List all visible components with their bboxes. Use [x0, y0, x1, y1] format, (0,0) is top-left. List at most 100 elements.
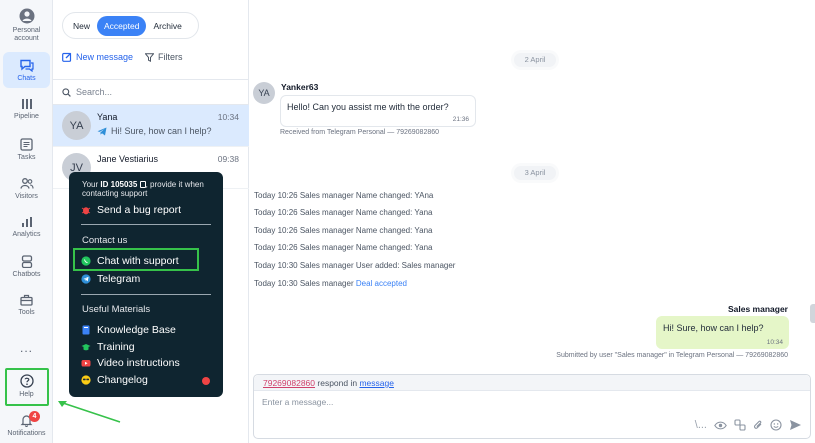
user-circle-icon [19, 8, 34, 24]
tasks-icon [20, 138, 33, 151]
knowledge-base-link[interactable]: Knowledge Base [81, 324, 176, 336]
rail-label: Visitors [15, 193, 38, 200]
message-time: 21:36 [452, 116, 469, 123]
video-instructions-label: Video instructions [97, 357, 180, 369]
rail-label: Tasks [17, 154, 36, 161]
video-instructions-link[interactable]: Video instructions [81, 357, 180, 369]
message-text: Hi! Sure, how can I help? [663, 323, 764, 333]
event-log-line: Today 10:26 Sales manager Name changed: … [254, 191, 434, 200]
tab-accepted[interactable]: Accepted [97, 15, 147, 36]
divider [81, 294, 211, 295]
avatar: YA [253, 82, 275, 104]
rail-label: Pipeline [14, 113, 39, 120]
rail-item-analytics[interactable]: Analytics [3, 216, 50, 239]
toolbox-icon [20, 294, 33, 306]
tab-archive[interactable]: Archive [146, 16, 188, 36]
chatbot-icon [21, 255, 32, 268]
useful-materials-heading: Useful Materials [82, 304, 151, 315]
phone-link[interactable]: 79269082860 [263, 378, 315, 388]
message-author: Sales manager [727, 304, 788, 314]
rail-label: Tools [18, 309, 35, 316]
changelog-link[interactable]: Changelog [81, 374, 148, 386]
rail-item-pipeline[interactable]: Pipeline [3, 98, 50, 121]
rail-item-chats[interactable]: Chats [3, 52, 50, 88]
changelog-unread-dot [202, 377, 210, 385]
message-meta: Received from Telegram Personal — 792690… [280, 129, 440, 136]
event-log-text: Today 10:30 Sales manager [254, 279, 354, 288]
chat-with-support-highlight [73, 248, 199, 271]
outgoing-message-bubble: Hi! Sure, how can I help? 10:34 [656, 316, 789, 349]
message-meta: Submitted by user "Sales manager" in Tel… [556, 352, 788, 359]
rail-label: Analytics [12, 231, 41, 238]
rail-item-personal-account[interactable]: Personal account [3, 8, 50, 43]
respond-in-text: respond in [317, 378, 358, 388]
telegram-icon [81, 274, 91, 284]
message-author: Yanker63 [281, 82, 319, 92]
rail-item-chatbots[interactable]: Chatbots [3, 255, 50, 279]
book-icon [81, 325, 91, 335]
date-separator: 2 April [514, 53, 556, 67]
search-bar [53, 79, 249, 105]
rail-item-notifications[interactable]: 4 Notifications [3, 411, 50, 438]
training-link[interactable]: Training [81, 341, 135, 353]
composer-channel-bar: 79269082860 respond in message [254, 375, 810, 391]
changelog-label: Changelog [97, 374, 148, 386]
conversation-item[interactable]: YA Yana 10:34 Hi! Sure, how can I help? [53, 105, 249, 147]
message-input[interactable] [262, 397, 642, 411]
attachment-icon[interactable] [753, 419, 763, 431]
tab-new[interactable]: New [66, 16, 97, 36]
emoji-icon[interactable] [770, 419, 782, 431]
conversation-time: 10:34 [217, 112, 239, 122]
visitors-icon [19, 178, 34, 189]
message-text: Hello! Can you assist me with the order? [287, 102, 449, 112]
eye-icon[interactable] [714, 421, 727, 430]
send-icon[interactable] [789, 419, 802, 431]
youtube-icon [81, 358, 91, 368]
chat-panel: 2 April YA Yanker63 Hello! Can you assis… [249, 0, 815, 443]
composer-tools: \... [688, 419, 802, 431]
send-bug-report-link[interactable]: Send a bug report [81, 204, 181, 216]
avatar: YA [62, 111, 91, 140]
training-label: Training [97, 341, 135, 353]
channel-select-link[interactable]: message [359, 378, 394, 388]
rail-item-tools[interactable]: Tools [3, 294, 50, 317]
filter-icon [145, 52, 154, 62]
filters-label: Filters [158, 52, 183, 62]
annotation-arrow [58, 401, 121, 423]
message-composer: 79269082860 respond in message \... [253, 374, 811, 439]
telegram-link[interactable]: Telegram [81, 273, 140, 285]
scroll-edge [810, 304, 815, 323]
rail-item-visitors[interactable]: Visitors [3, 177, 50, 201]
event-log-line: Today 10:30 Sales manager User added: Sa… [254, 261, 456, 270]
rail-label: Chats [17, 75, 36, 82]
rail-item-tasks[interactable]: Tasks [3, 138, 50, 162]
new-message-label: New message [76, 52, 134, 62]
rail-label: Chatbots [12, 271, 41, 278]
rail-label: Personal account [12, 27, 41, 42]
telegram-icon [97, 127, 107, 135]
incoming-message-bubble: Hello! Can you assist me with the order?… [280, 95, 476, 127]
new-message-button[interactable]: New message [62, 52, 133, 62]
bot-icon[interactable] [734, 419, 746, 431]
event-log-line: Today 10:26 Sales manager Name changed: … [254, 243, 433, 252]
rail-more-button[interactable]: ... [3, 342, 50, 354]
conversation-name: Jane Vestiarius [97, 154, 159, 164]
notifications-badge: 4 [29, 411, 40, 422]
conversation-preview: Hi! Sure, how can I help? [97, 126, 212, 136]
sunglasses-emoji-icon [81, 375, 91, 385]
deal-accepted-link[interactable]: Deal accepted [356, 279, 407, 288]
analytics-icon [21, 217, 32, 227]
graduation-cap-icon [81, 342, 91, 352]
conversation-time: 09:38 [217, 154, 239, 164]
contact-us-heading: Contact us [82, 235, 128, 246]
divider [81, 224, 211, 225]
search-input[interactable] [76, 87, 236, 97]
status-tabs: New Accepted Archive [62, 12, 199, 39]
support-id[interactable]: ID 105035 [100, 180, 137, 189]
filters-button[interactable]: Filters [145, 52, 183, 62]
help-highlight-box [5, 368, 49, 406]
pipeline-icon [21, 99, 32, 109]
event-log-line: Today 10:26 Sales manager Name changed: … [254, 208, 433, 217]
quick-replies-button[interactable]: \... [695, 419, 707, 431]
conversation-name: Yana [97, 112, 118, 122]
